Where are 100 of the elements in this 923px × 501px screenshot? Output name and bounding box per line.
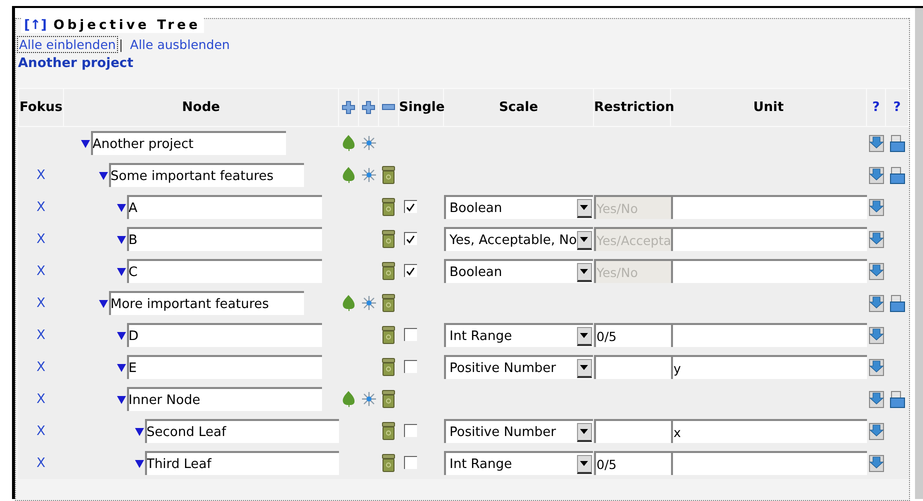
sparkle-icon[interactable]	[362, 168, 376, 182]
expand-triangle-icon[interactable]	[116, 394, 126, 404]
folder-icon[interactable]	[890, 166, 904, 184]
expand-triangle-icon[interactable]	[116, 362, 126, 372]
trash-icon[interactable]	[382, 294, 395, 312]
node-name-field[interactable]: Third Leaf	[144, 451, 338, 475]
node-name-field[interactable]: More important features	[108, 291, 304, 315]
save-icon[interactable]	[868, 198, 884, 216]
scale-dropdown[interactable]: Yes, Acceptable, No	[444, 227, 592, 251]
folder-icon[interactable]	[890, 390, 904, 408]
expand-triangle-icon[interactable]	[134, 458, 144, 468]
scale-dropdown[interactable]: Int Range	[444, 451, 592, 475]
save-icon[interactable]	[868, 134, 884, 152]
single-checkbox[interactable]	[404, 264, 416, 278]
restriction-field[interactable]: 0/5	[594, 323, 670, 347]
save-icon[interactable]	[868, 390, 884, 408]
scale-dropdown[interactable]: Boolean	[444, 259, 592, 283]
expand-triangle-icon[interactable]	[98, 298, 108, 308]
trash-icon[interactable]	[382, 326, 395, 344]
trash-icon[interactable]	[382, 358, 395, 376]
unit-field[interactable]	[670, 259, 866, 283]
help-link[interactable]: ?	[886, 88, 908, 126]
leaf-icon[interactable]	[342, 295, 355, 311]
single-checkbox[interactable]	[404, 360, 416, 374]
node-name-field[interactable]: C	[126, 259, 322, 283]
expand-triangle-icon[interactable]	[98, 170, 108, 180]
leaf-icon[interactable]	[342, 167, 355, 183]
scale-dropdown[interactable]: Boolean	[444, 195, 592, 219]
scale-dropdown[interactable]: Positive Number	[444, 419, 592, 443]
expand-triangle-icon[interactable]	[80, 138, 90, 148]
restriction-field[interactable]	[594, 355, 670, 379]
expand-triangle-icon[interactable]	[116, 330, 126, 340]
focus-link[interactable]: X	[36, 328, 46, 342]
save-icon[interactable]	[868, 422, 884, 440]
save-icon[interactable]	[868, 358, 884, 376]
trash-icon[interactable]	[382, 166, 395, 184]
node-name-field[interactable]: A	[126, 195, 322, 219]
folder-icon[interactable]	[890, 294, 904, 312]
node-name-field[interactable]: Another project	[90, 131, 286, 155]
trash-icon[interactable]	[382, 422, 395, 440]
save-icon[interactable]	[868, 262, 884, 280]
expand-triangle-icon[interactable]	[116, 234, 126, 244]
unit-field[interactable]	[670, 227, 866, 251]
sparkle-icon[interactable]	[362, 392, 376, 406]
expand-triangle-icon[interactable]	[116, 202, 126, 212]
focus-link[interactable]: X	[36, 200, 46, 214]
folder-icon[interactable]	[890, 134, 904, 152]
single-checkbox[interactable]	[404, 456, 416, 470]
node-name-field[interactable]: D	[126, 323, 322, 347]
save-icon[interactable]	[868, 454, 884, 472]
up-link[interactable]: [↑]	[24, 18, 47, 33]
focus-link[interactable]: X	[36, 424, 46, 438]
project-title: Another project	[18, 56, 134, 71]
focus-link[interactable]: X	[36, 232, 46, 246]
focus-link[interactable]: X	[36, 456, 46, 470]
sparkle-icon[interactable]	[362, 136, 376, 150]
trash-icon[interactable]	[382, 454, 395, 472]
focus-link[interactable]: X	[36, 392, 46, 406]
trash-icon[interactable]	[382, 198, 395, 216]
unit-field[interactable]	[670, 451, 866, 475]
help-link[interactable]: ?	[866, 88, 886, 126]
node-name-field[interactable]: Some important features	[108, 163, 304, 187]
restriction-field[interactable]	[594, 419, 670, 443]
unit-field[interactable]	[670, 195, 866, 219]
sparkle-icon[interactable]	[362, 296, 376, 310]
node-name-field[interactable]: B	[126, 227, 322, 251]
unit-field[interactable]	[670, 323, 866, 347]
trash-icon[interactable]	[382, 262, 395, 280]
plus-icon	[362, 100, 375, 114]
focus-link[interactable]: X	[36, 168, 46, 182]
single-checkbox[interactable]	[404, 424, 416, 438]
expand-triangle-icon[interactable]	[134, 426, 144, 436]
toggle-link[interactable]: Alle einblenden	[18, 37, 117, 52]
column-header: Scale	[444, 88, 594, 126]
node-name-field[interactable]: Second Leaf	[144, 419, 338, 443]
focus-link[interactable]: X	[36, 360, 46, 374]
save-icon[interactable]	[868, 294, 884, 312]
single-checkbox[interactable]	[404, 328, 416, 342]
single-checkbox[interactable]	[404, 200, 416, 214]
trash-icon[interactable]	[382, 390, 395, 408]
restriction-field[interactable]: 0/5	[594, 451, 670, 475]
leaf-icon[interactable]	[342, 135, 355, 151]
scale-dropdown[interactable]: Int Range	[444, 323, 592, 347]
leaf-icon[interactable]	[342, 391, 355, 407]
expand-triangle-icon[interactable]	[116, 266, 126, 276]
scale-dropdown[interactable]: Positive Number	[444, 355, 592, 379]
trash-icon[interactable]	[382, 230, 395, 248]
unit-field[interactable]: x	[670, 419, 866, 443]
save-icon[interactable]	[868, 166, 884, 184]
caret-icon	[580, 237, 588, 242]
node-name-field[interactable]: Inner Node	[126, 387, 322, 411]
focus-link[interactable]: X	[36, 264, 46, 278]
save-icon[interactable]	[868, 326, 884, 344]
toggle-link[interactable]: Alle ausblenden	[129, 37, 231, 52]
save-icon[interactable]	[868, 230, 884, 248]
node-name-field[interactable]: E	[126, 355, 322, 379]
single-checkbox[interactable]	[404, 232, 416, 246]
focus-link[interactable]: X	[36, 296, 46, 310]
unit-field[interactable]: y	[670, 355, 866, 379]
plus-icon	[342, 100, 355, 114]
